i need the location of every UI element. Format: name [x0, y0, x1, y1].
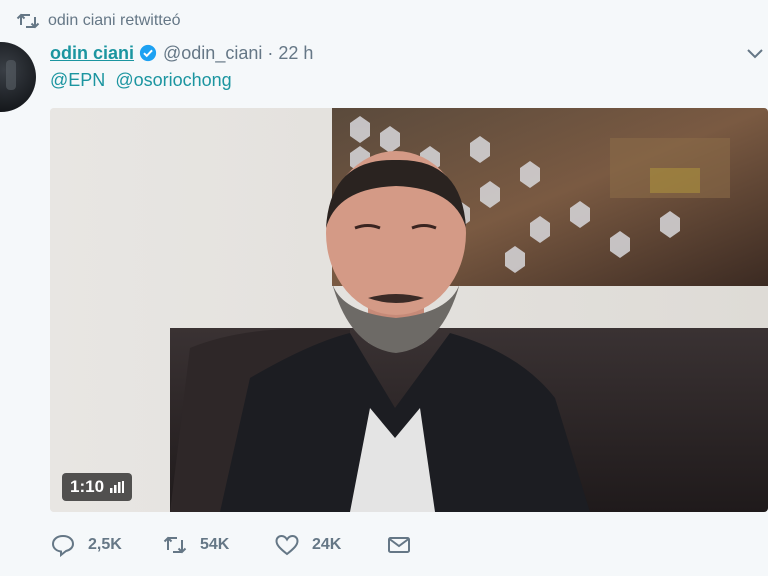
retweet-context-label: odin ciani retwitteó — [48, 12, 181, 29]
mention-link[interactable]: @osoriochong — [115, 70, 231, 90]
like-button[interactable]: 24K — [274, 533, 386, 557]
mention-link[interactable]: @EPN — [50, 70, 105, 90]
reply-count: 2,5K — [88, 536, 122, 553]
retweet-icon — [163, 536, 187, 554]
heart-icon — [275, 534, 299, 556]
verified-badge-icon — [139, 44, 157, 62]
video-duration: 1:10 — [70, 477, 105, 496]
timestamp[interactable]: 22 h — [278, 43, 313, 64]
like-count: 24K — [312, 536, 342, 553]
chevron-down-icon[interactable] — [745, 44, 765, 62]
separator: · — [267, 42, 274, 63]
reply-button[interactable]: 2,5K — [50, 533, 162, 557]
signal-bars-icon — [110, 481, 125, 493]
retweet-button[interactable]: 54K — [162, 533, 274, 557]
author-handle[interactable]: @odin_ciani — [163, 43, 262, 64]
tweet-header: odin ciani @odin_ciani · 22 h — [50, 41, 313, 65]
author-name[interactable]: odin ciani — [50, 43, 134, 64]
retweet-count: 54K — [200, 536, 230, 553]
retweet-context[interactable]: odin ciani retwitteó — [16, 10, 181, 32]
video-player[interactable]: 1:10 — [50, 108, 768, 512]
video-frame — [50, 108, 768, 512]
direct-message-button[interactable] — [386, 533, 424, 557]
reply-icon — [51, 534, 75, 557]
tweet-actions: 2,5K 54K 24K — [50, 530, 424, 560]
avatar[interactable] — [0, 42, 36, 112]
envelope-icon — [388, 537, 410, 553]
retweet-icon — [16, 13, 40, 29]
tweet-text: @EPN @osoriochong — [50, 70, 237, 91]
video-duration-badge: 1:10 — [62, 473, 133, 501]
tweet: odin ciani retwitteó odin ciani @odin_ci… — [0, 0, 768, 576]
